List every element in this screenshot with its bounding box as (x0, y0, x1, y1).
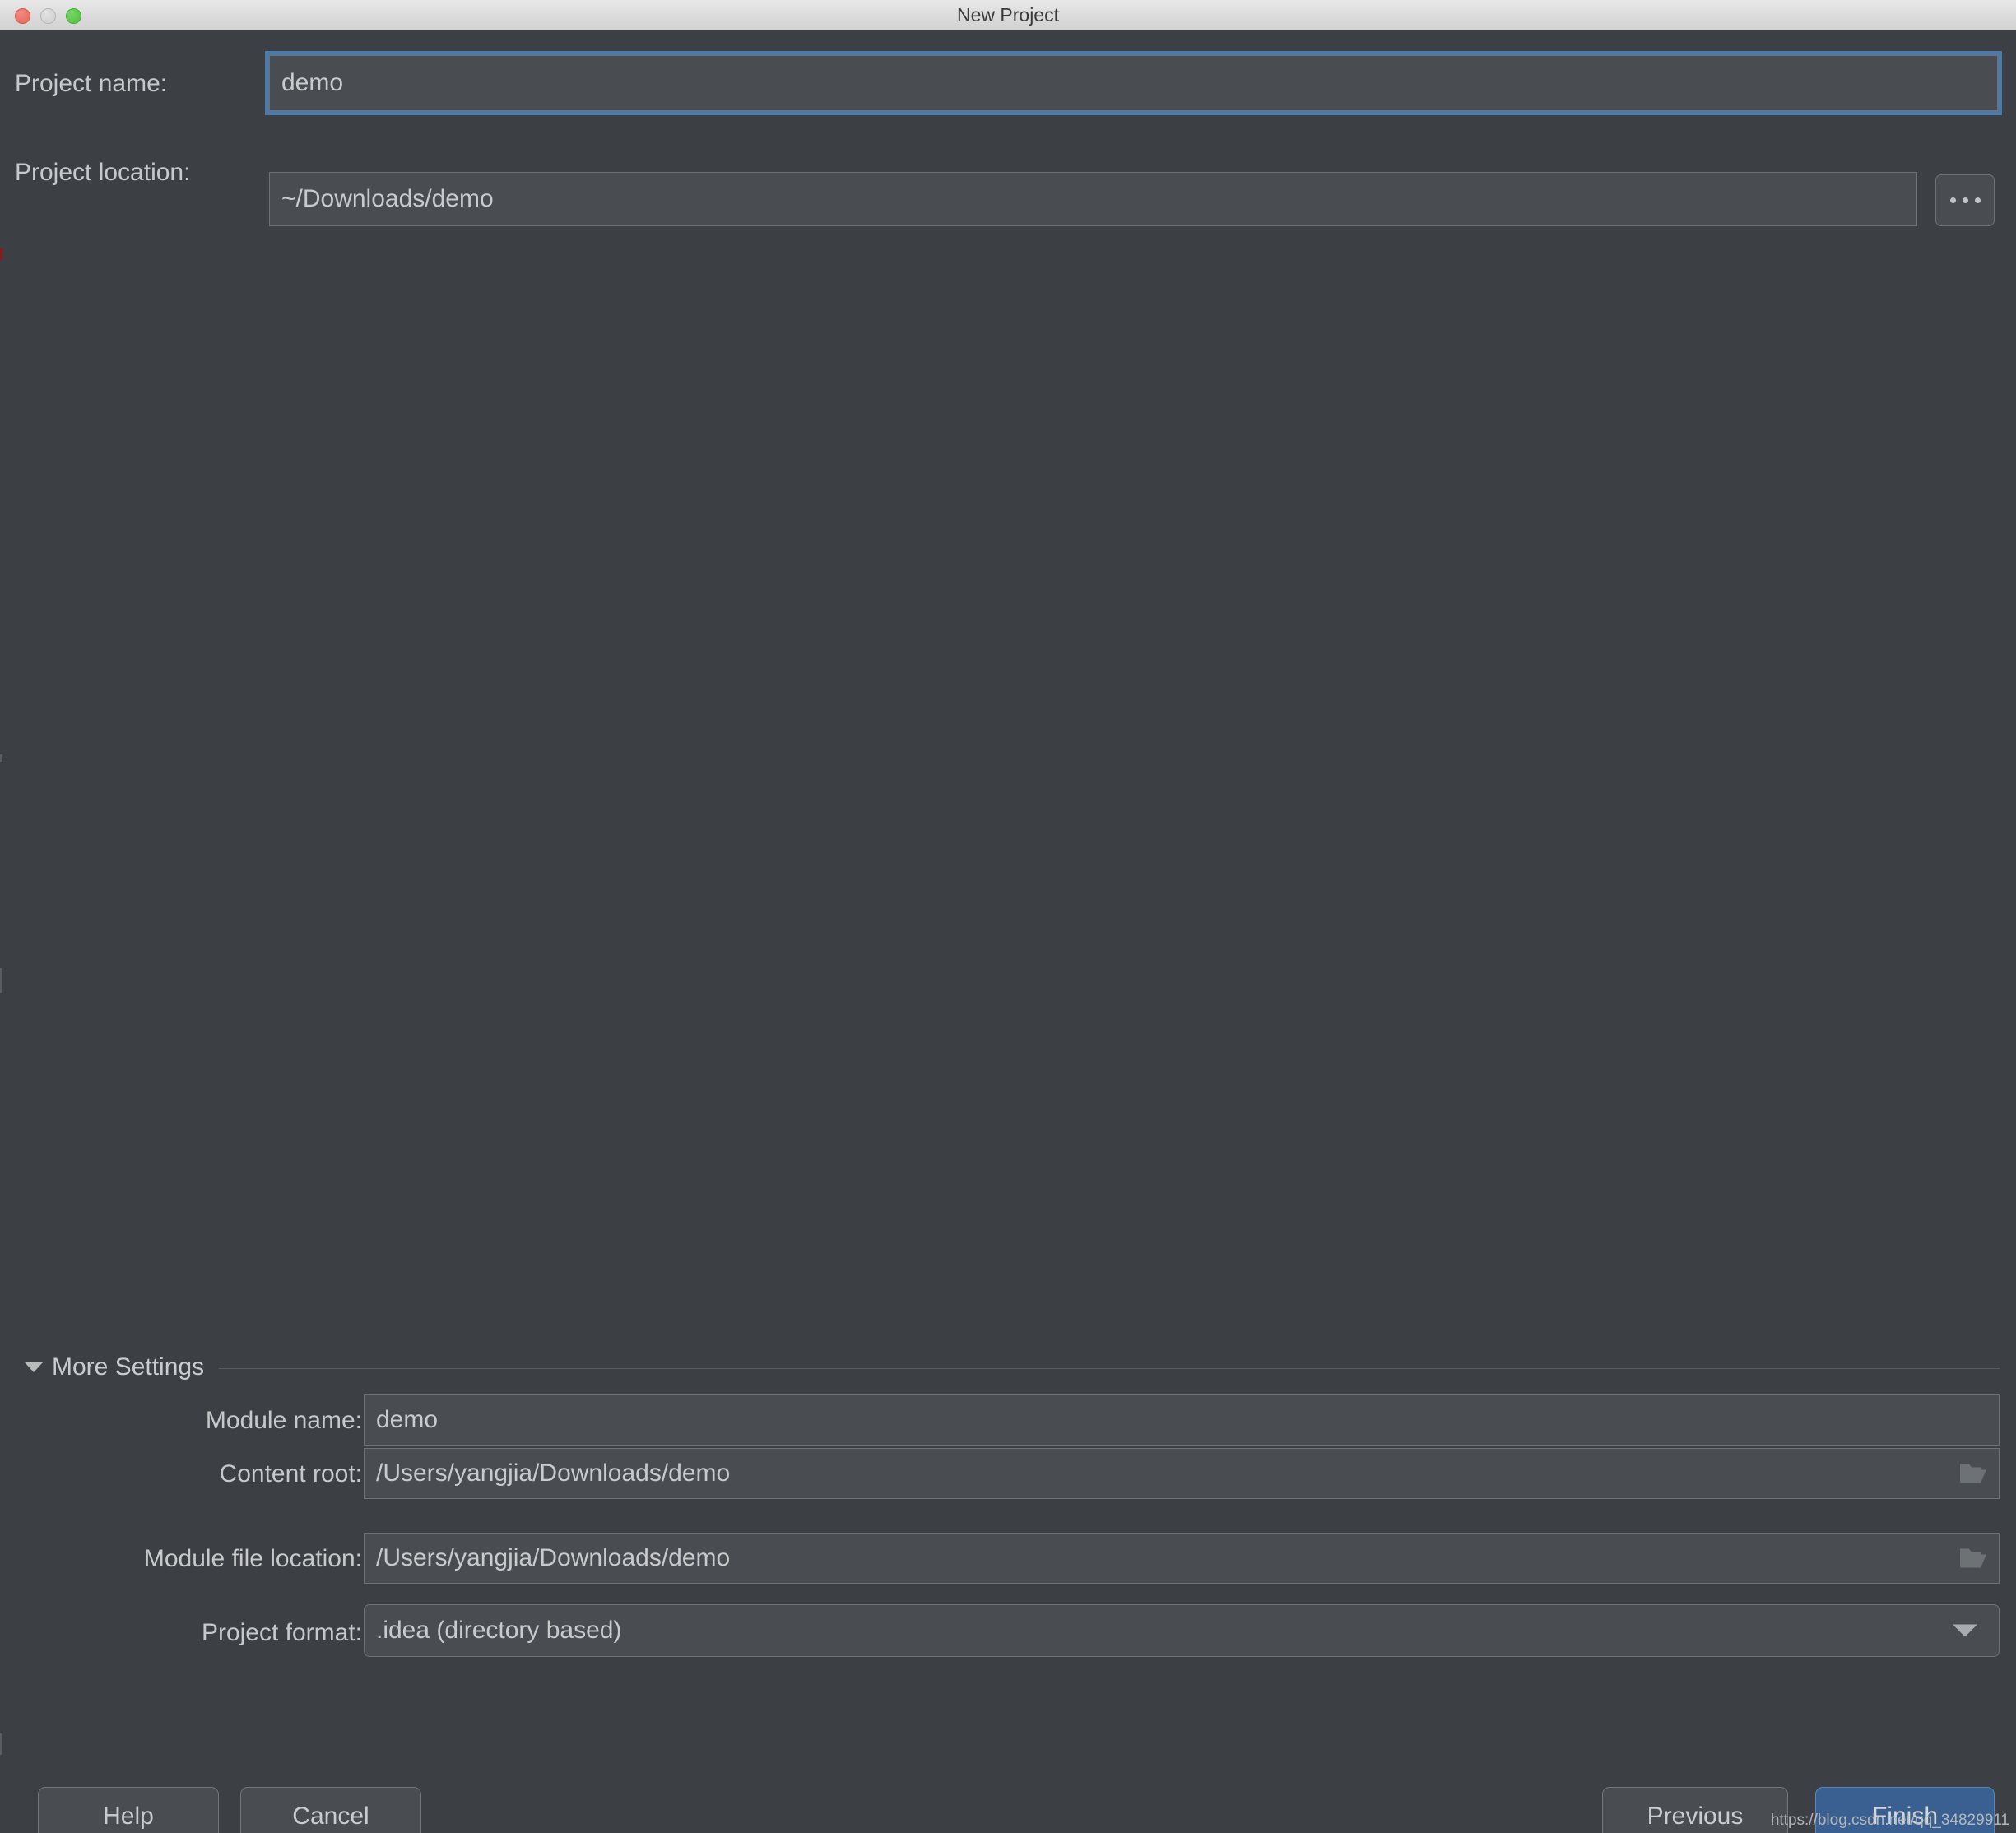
ellipsis-icon-dot (1962, 197, 1968, 203)
module-name-input[interactable]: demo (364, 1394, 2000, 1446)
folder-icon[interactable] (1959, 1548, 1987, 1570)
module-file-location-label: Module file location: (143, 1545, 362, 1572)
previous-button-label: Previous (1647, 1803, 1744, 1830)
project-format-select[interactable]: .idea (directory based) (364, 1604, 2000, 1657)
project-name-value: demo (281, 69, 344, 96)
edge-artifact (0, 754, 2, 762)
project-format-label: Project format: (201, 1619, 362, 1646)
new-project-dialog: New Project Project name: demo Project l… (0, 0, 2016, 1833)
dialog-content: Project name: demo Project location: ~/D… (0, 30, 2016, 1833)
ellipsis-icon-dot (1949, 197, 1956, 203)
watermark-text: https://blog.csdn.net/qq_34829911 (1770, 1812, 2009, 1829)
module-name-label: Module name: (205, 1407, 362, 1434)
cancel-button[interactable]: Cancel (240, 1787, 421, 1833)
project-format-value: .idea (directory based) (376, 1617, 622, 1644)
help-button-label: Help (103, 1803, 154, 1830)
more-settings-separator (219, 1367, 2000, 1369)
folder-icon[interactable] (1959, 1463, 1987, 1485)
help-button[interactable]: Help (38, 1787, 219, 1833)
edge-artifact (0, 968, 2, 993)
project-location-label: Project location: (15, 159, 191, 186)
triangle-down-icon (25, 1362, 43, 1372)
more-settings-label: More Settings (52, 1353, 205, 1381)
content-root-input[interactable]: /Users/yangjia/Downloads/demo (364, 1448, 2000, 1499)
title-bar: New Project (0, 0, 2016, 30)
project-name-label: Project name: (15, 70, 168, 97)
window-title: New Project (957, 4, 1059, 26)
content-root-label: Content root: (219, 1460, 362, 1487)
previous-button[interactable]: Previous (1602, 1787, 1788, 1833)
more-settings-header[interactable]: More Settings (25, 1353, 2000, 1381)
module-file-location-input[interactable]: /Users/yangjia/Downloads/demo (364, 1533, 2000, 1584)
module-file-location-value: /Users/yangjia/Downloads/demo (376, 1544, 731, 1571)
edge-artifact (0, 1733, 2, 1755)
edge-artifact (0, 248, 2, 260)
content-root-value: /Users/yangjia/Downloads/demo (376, 1459, 731, 1487)
module-name-value: demo (376, 1406, 439, 1433)
chevron-down-icon[interactable] (1953, 1624, 1977, 1637)
ellipsis-icon-dot (1974, 197, 1981, 203)
project-name-input[interactable]: demo (265, 51, 2002, 115)
project-location-value: ~/Downloads/demo (281, 185, 494, 212)
cancel-button-label: Cancel (292, 1803, 369, 1830)
project-location-browse-button[interactable] (1935, 174, 1995, 226)
project-location-input[interactable]: ~/Downloads/demo (269, 172, 1917, 226)
